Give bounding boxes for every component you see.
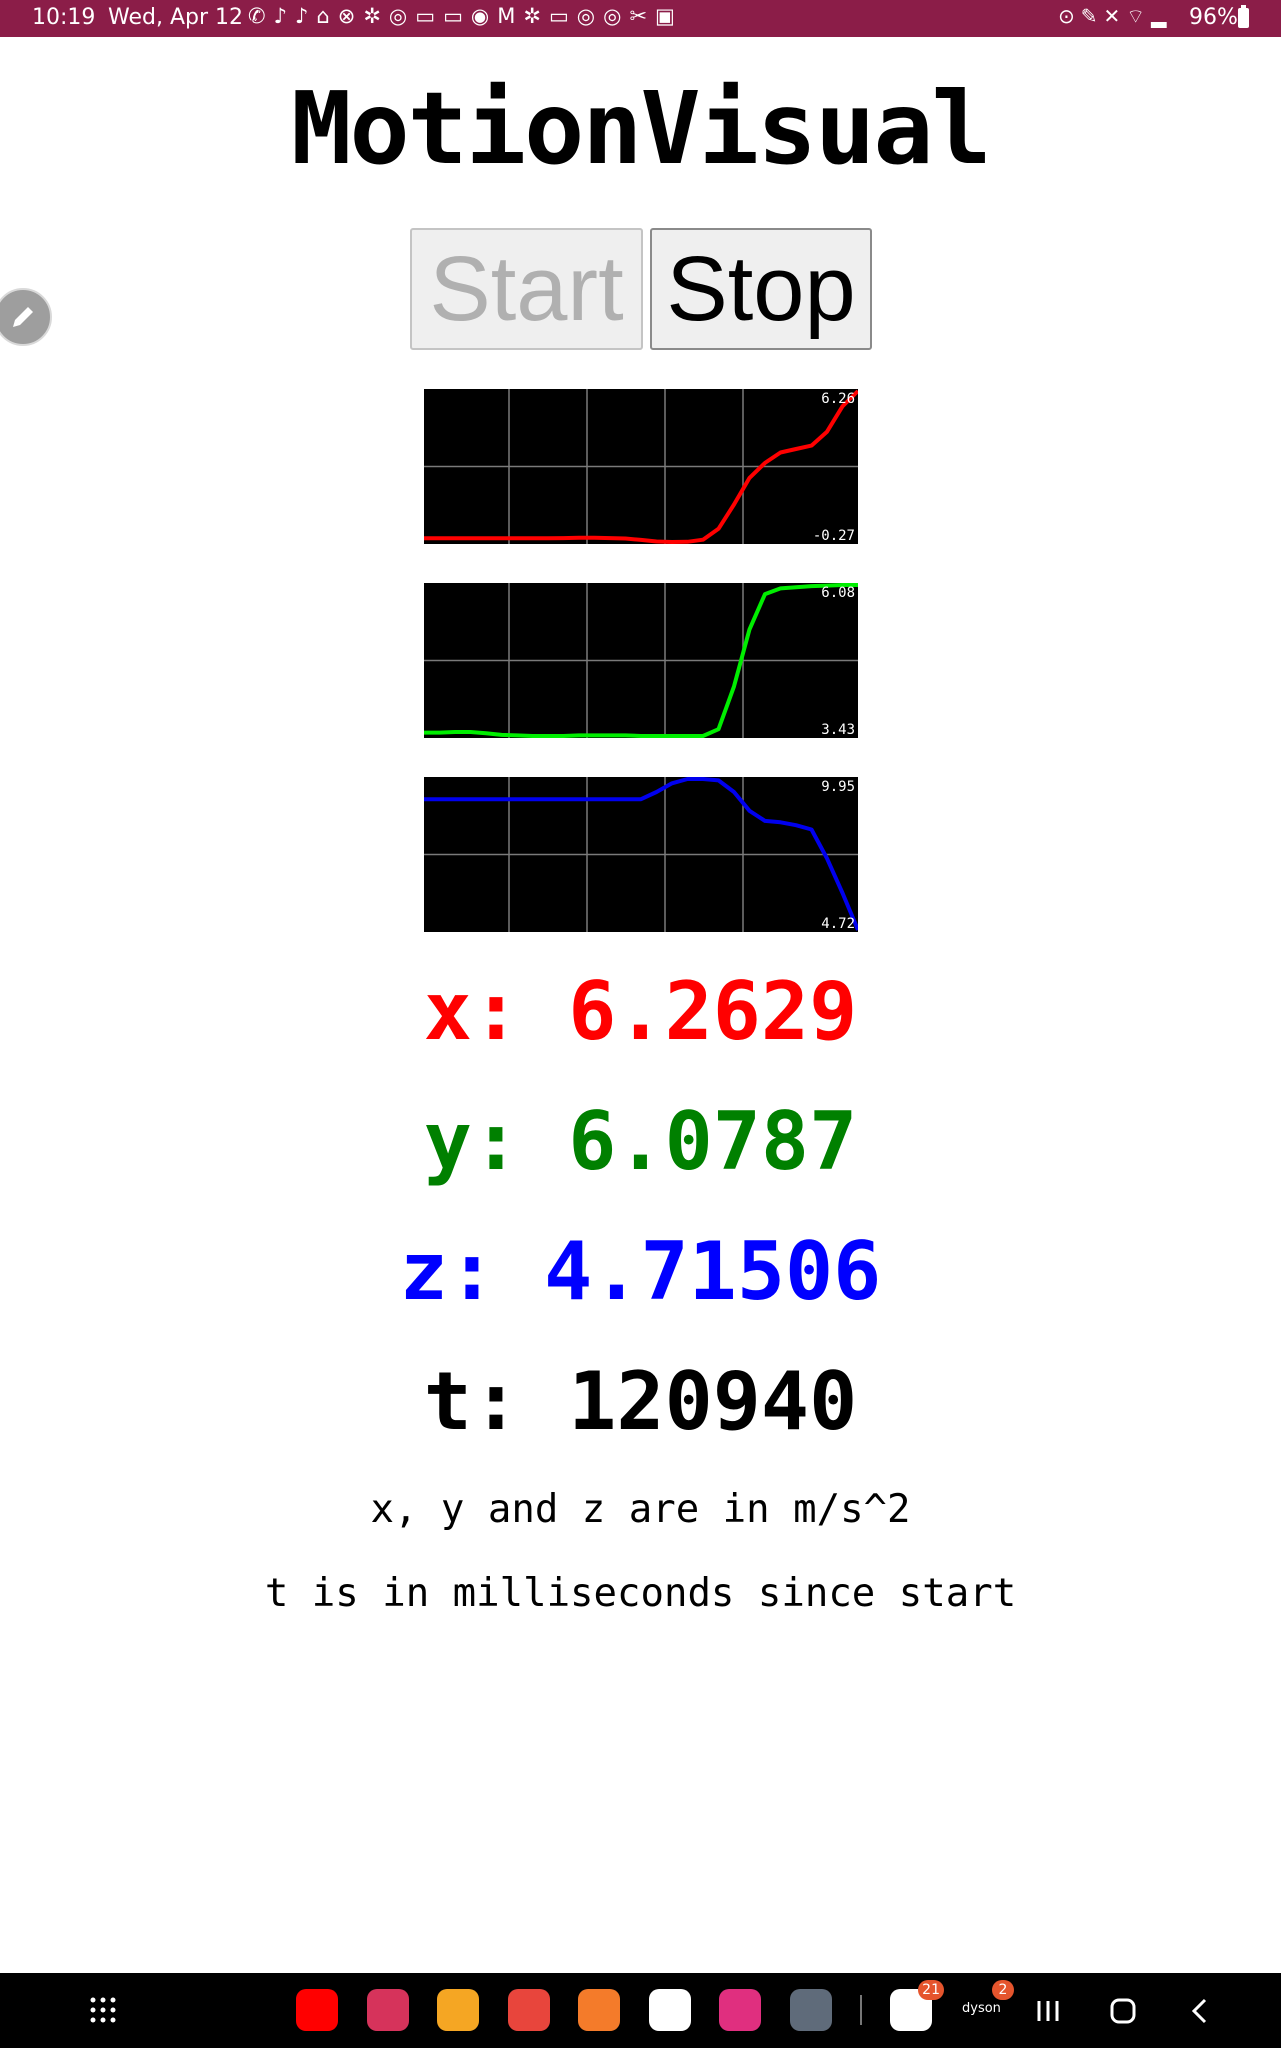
graph-min-label: 3.43 — [821, 722, 855, 738]
status-date: Wed, Apr 12 — [108, 5, 243, 30]
settings-icon[interactable] — [790, 1989, 832, 2031]
recents-icon — [1037, 2001, 1059, 2021]
t-readout: t: 120940 — [423, 1355, 858, 1448]
notification-badge: 2 — [992, 1980, 1014, 2000]
google-home-icon[interactable]: 21 — [890, 1980, 944, 2031]
start-button[interactable]: Start — [410, 228, 643, 350]
status-time: 10:19 — [32, 5, 96, 30]
system-status-icons: ⊙✎✕⌔▂ — [1058, 4, 1173, 28]
pencil-icon — [13, 307, 33, 327]
recents-button[interactable] — [1030, 1993, 1066, 2029]
time-note: t is in milliseconds since start — [264, 1571, 1017, 1616]
y-axis-graph: 6.08 3.43 — [424, 583, 858, 738]
units-note: x, y and z are in m/s^2 — [370, 1487, 911, 1532]
notification-badge: 21 — [918, 1980, 944, 2000]
x-readout: x: 6.2629 — [423, 965, 858, 1058]
home-button[interactable] — [1105, 1993, 1141, 2029]
z-axis-graph: 9.95 4.72 — [424, 777, 858, 932]
camera-icon[interactable] — [367, 1989, 409, 2031]
navigation-bar: 21 dyson 2 — [0, 1973, 1281, 2048]
graph-min-label: -0.27 — [813, 528, 855, 544]
graph-max-label: 9.95 — [821, 779, 855, 795]
youtube-icon[interactable] — [296, 1989, 338, 2031]
edge-panel-edit-handle[interactable] — [0, 288, 52, 346]
graph-max-label: 6.08 — [821, 585, 855, 601]
stop-button[interactable]: Stop — [650, 228, 872, 350]
notes-icon[interactable] — [508, 1989, 550, 2031]
dyson-icon[interactable]: dyson 2 — [960, 1980, 1014, 2031]
nav-divider — [860, 1995, 862, 2025]
battery-icon — [1238, 5, 1249, 28]
app-drawer-icon[interactable] — [82, 1989, 124, 2031]
gallery-icon[interactable] — [719, 1989, 761, 2031]
z-readout: z: 4.71506 — [399, 1225, 882, 1318]
y-readout: y: 6.0787 — [423, 1095, 858, 1188]
graph-min-label: 4.72 — [821, 916, 855, 932]
graph-max-label: 6.26 — [821, 391, 855, 407]
battery-percent: 96% — [1189, 5, 1238, 30]
chrome-icon[interactable] — [649, 1989, 691, 2031]
back-button[interactable] — [1182, 1993, 1218, 2029]
notification-icons: ✆♪♪⌂⊗✲◎▭▭◉M✲▭◎◎✂▣ — [248, 4, 683, 28]
back-icon — [1191, 1998, 1207, 2024]
app-title: MotionVisual — [291, 70, 991, 187]
contacts-icon[interactable] — [578, 1989, 620, 2031]
status-bar: 10:19 Wed, Apr 12 ✆♪♪⌂⊗✲◎▭▭◉M✲▭◎◎✂▣ ⊙✎✕⌔… — [0, 0, 1281, 37]
dyson-label: dyson — [962, 2001, 1001, 2016]
files-icon[interactable] — [437, 1989, 479, 2031]
home-icon — [1110, 1998, 1136, 2024]
x-axis-graph: 6.26 -0.27 — [424, 389, 858, 544]
